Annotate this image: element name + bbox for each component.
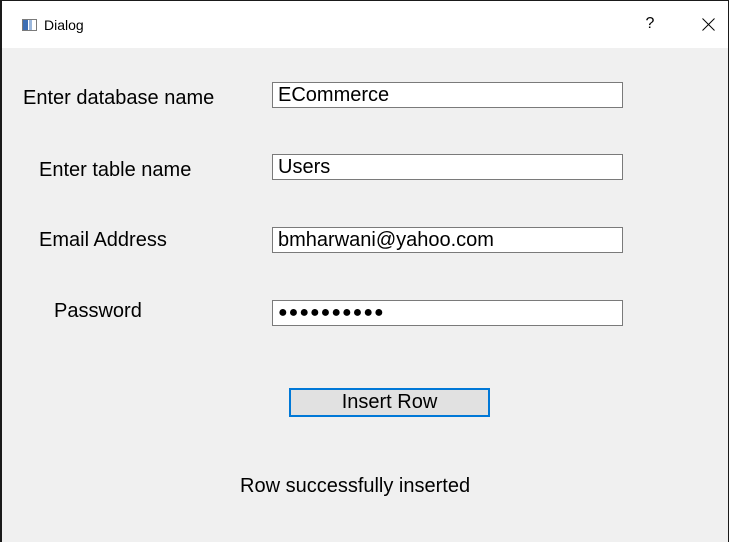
password-label: Password [54, 300, 142, 322]
email-address-label: Email Address [39, 229, 167, 251]
database-name-label: Enter database name [23, 87, 215, 109]
table-name-input[interactable]: Users [272, 154, 623, 180]
dialog-window: Dialog ? Enter database name ECommerce E… [0, 0, 729, 542]
password-input[interactable]: ●●●●●●●●●● [272, 300, 623, 326]
close-icon [702, 18, 715, 31]
insert-row-button[interactable]: Insert Row [289, 388, 490, 417]
database-name-input[interactable]: ECommerce [272, 82, 623, 108]
window-title: Dialog [44, 17, 84, 33]
close-button[interactable] [688, 9, 728, 39]
email-address-input[interactable]: bmharwani@yahoo.com [272, 227, 623, 253]
table-name-label: Enter table name [39, 159, 192, 181]
status-message: Row successfully inserted [240, 475, 471, 497]
title-bar: Dialog ? [2, 1, 728, 48]
window-icon [22, 19, 37, 31]
help-button[interactable]: ? [634, 9, 666, 39]
